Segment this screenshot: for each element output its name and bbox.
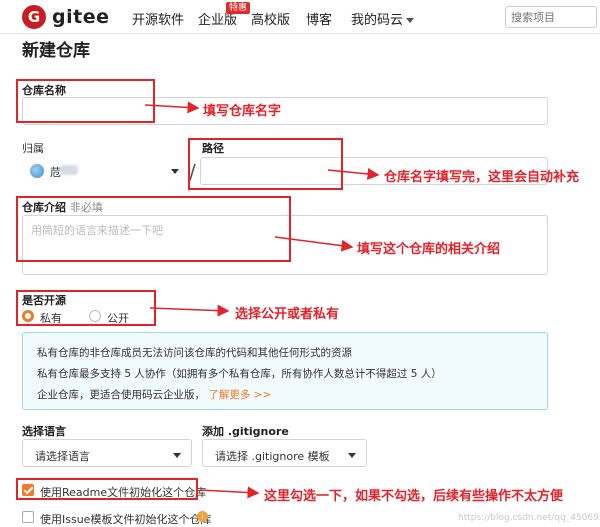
annotation-box-name xyxy=(16,79,155,123)
chevron-down-icon xyxy=(171,169,179,174)
annotation-open: 选择公开或者私有 xyxy=(235,307,340,322)
arrow-readme xyxy=(199,486,260,499)
annotation-path: 仓库名字填写完，这里会自动补充 xyxy=(384,170,580,185)
info-line: 私有仓库的非仓库成员无法访问该仓库的代码和其他任何形式的资源 xyxy=(37,347,352,359)
annotation-box-open xyxy=(16,290,156,326)
gitee-logo[interactable]: G gitee xyxy=(22,5,109,29)
help-icon[interactable]: i xyxy=(197,511,208,522)
info-line: 私有仓库最多支持 5 人协作（如拥有多个私有仓库，所有协作人数总计不得超过 5 … xyxy=(37,368,442,380)
nav-blog[interactable]: 博客 xyxy=(306,9,332,28)
nav-my-gitee-label: 我的码云 xyxy=(351,13,404,28)
annotation-name: 填写仓库名字 xyxy=(203,104,282,119)
issue-template-checkbox-label[interactable]: 使用Issue模板文件初始化这个仓库 xyxy=(40,511,211,527)
private-repo-info: 私有仓库的非仓库成员无法访问该仓库的代码和其他任何形式的资源 私有仓库最多支持 … xyxy=(22,332,548,410)
nav-university[interactable]: 高校版 xyxy=(251,9,290,28)
gitee-logo-icon: G xyxy=(22,5,46,29)
owner-label: 归属 xyxy=(22,142,44,155)
owner-name-blurred xyxy=(60,165,78,175)
page-title: 新建仓库 xyxy=(22,41,90,61)
gitignore-select[interactable]: 请选择 .gitignore 模板 xyxy=(202,439,367,467)
promo-badge: 特惠 xyxy=(226,2,251,14)
watermark: https://blog.csdn.net/qq_45069279 xyxy=(458,513,600,523)
language-select[interactable]: 请选择语言 xyxy=(22,439,192,467)
language-label: 选择语言 xyxy=(22,425,66,438)
language-select-value: 请选择语言 xyxy=(35,450,90,463)
annotation-readme: 这里勾选一下，如果不勾选，后续有些操作不太方便 xyxy=(264,489,564,504)
gitignore-label: 添加 .gitignore xyxy=(202,425,289,438)
logo-text: gitee xyxy=(52,6,110,28)
arrow-open xyxy=(149,304,230,317)
annotation-box-readme xyxy=(16,478,198,500)
gitignore-select-value: 请选择 .gitignore 模板 xyxy=(215,450,330,463)
avatar xyxy=(30,164,44,178)
chevron-down-icon xyxy=(173,453,181,458)
annotation-box-path xyxy=(188,138,343,190)
chevron-down-icon xyxy=(348,453,356,458)
info-line-text: 企业仓库，更适合使用码云企业版， xyxy=(37,389,205,401)
info-line-3: 企业仓库，更适合使用码云企业版， 了解更多 >> xyxy=(37,387,271,402)
search-input[interactable] xyxy=(505,6,597,28)
top-nav: G gitee 开源软件 企业版 特惠 高校版 博客 我的码云 xyxy=(0,0,600,34)
issue-template-checkbox[interactable] xyxy=(22,511,34,523)
annotation-box-desc xyxy=(16,196,291,262)
learn-more-link[interactable]: 了解更多 >> xyxy=(208,389,271,401)
annotation-desc: 填写这个仓库的相关介绍 xyxy=(357,242,501,257)
owner-select[interactable]: 苊 xyxy=(22,157,180,185)
nav-my-gitee[interactable]: 我的码云 xyxy=(351,9,415,28)
chevron-down-icon xyxy=(406,18,415,23)
nav-open-source[interactable]: 开源软件 xyxy=(132,9,184,28)
